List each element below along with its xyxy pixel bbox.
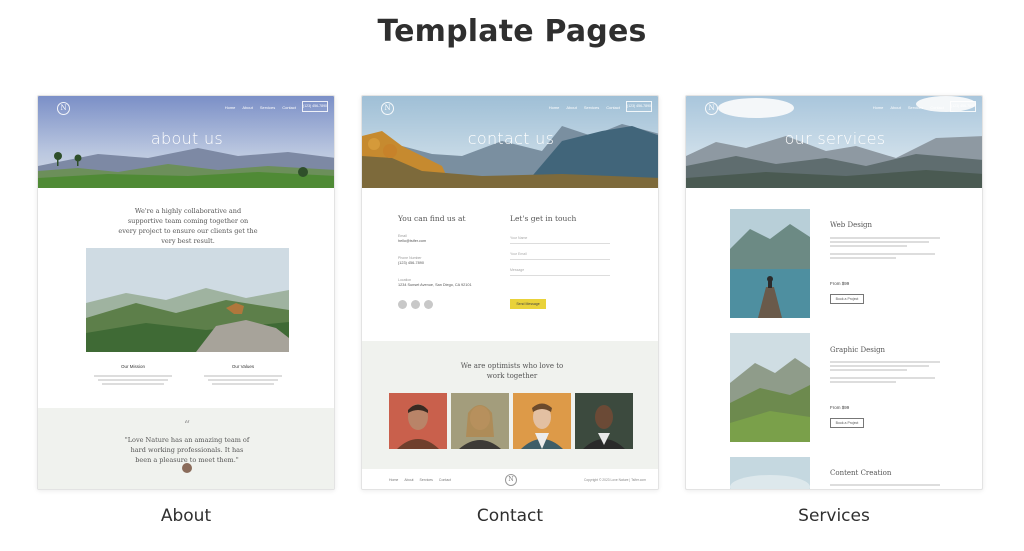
about-template-preview[interactable]: N Home About Services Contact (123) 456-… — [37, 95, 335, 490]
nav-services[interactable]: Services — [584, 105, 599, 110]
nav-services[interactable]: Services — [260, 105, 275, 110]
service-price-web-design: From $99 — [830, 281, 850, 286]
service-title-content-creation: Content Creation — [830, 469, 892, 477]
nav-contact[interactable]: Contact — [282, 105, 296, 110]
email-field[interactable]: Your Email — [510, 250, 610, 260]
book-project-button[interactable]: Book a Project — [830, 418, 864, 428]
hero-title: contact us — [467, 129, 555, 148]
nav-contact[interactable]: Contact — [930, 105, 944, 110]
email-label: Email — [398, 234, 407, 238]
testimonial-section: “ "Love Nature has an amazing team of ha… — [38, 408, 334, 489]
contact-hero: N Home About Services Contact (123) 456-… — [362, 96, 658, 188]
get-in-touch-heading: Let's get in touch — [510, 214, 577, 223]
nav-bar: Home About Services Contact — [549, 105, 620, 110]
site-logo: N — [381, 102, 394, 115]
location-value: 1234 Sunset Avenue, San Diego, CA 92101 — [398, 283, 472, 287]
footer: Home About Services Contact N Copyright … — [362, 469, 658, 489]
nav-bar: Home About Services Contact — [225, 105, 296, 110]
mission-lines — [88, 375, 178, 385]
mission-column: Our Mission — [88, 364, 178, 387]
nav-bar: Home About Services Contact — [873, 105, 944, 110]
service-desc-content-creation — [830, 483, 940, 487]
nav-home[interactable]: Home — [549, 105, 560, 110]
about-columns: Our Mission Our Values — [88, 364, 288, 387]
nav-about[interactable]: About — [566, 105, 576, 110]
site-logo: N — [57, 102, 70, 115]
footer-link-home[interactable]: Home — [389, 478, 398, 482]
caption-about[interactable]: About — [37, 506, 335, 526]
footer-links: Home About Services Contact — [389, 478, 451, 482]
nav-about[interactable]: About — [890, 105, 900, 110]
name-field[interactable]: Your Name — [510, 234, 610, 244]
service-desc-graphic-design — [830, 360, 940, 385]
caption-services[interactable]: Services — [685, 506, 983, 526]
testimonial-text: "Love Nature has an amazing team of hard… — [124, 436, 250, 464]
contact-template-preview[interactable]: N Home About Services Contact (123) 456-… — [361, 95, 659, 490]
phone-label: Phone Number — [398, 256, 422, 260]
team-section: We are optimists who love to work togeth… — [362, 341, 658, 469]
footer-link-about[interactable]: About — [404, 478, 413, 482]
services-hero: N Home About Services Contact (123) 456-… — [686, 96, 982, 188]
phone-value[interactable]: (123) 456-7890 — [398, 261, 424, 265]
values-column: Our Values — [198, 364, 288, 387]
page-title: Template Pages — [377, 14, 647, 49]
nav-phone-button[interactable]: (123) 456-7890 — [626, 101, 652, 112]
service-image-content-creation — [730, 457, 810, 489]
nav-home[interactable]: Home — [873, 105, 884, 110]
team-portrait — [575, 393, 633, 449]
footer-link-services[interactable]: Services — [420, 478, 433, 482]
quote-icon: “ — [183, 418, 191, 432]
nav-phone-button[interactable]: (123) 456-7890 — [302, 101, 328, 112]
team-portrait — [389, 393, 447, 449]
team-portrait — [513, 393, 571, 449]
footer-link-contact[interactable]: Contact — [439, 478, 451, 482]
email-value[interactable]: hello@tsifer.com — [398, 239, 426, 243]
instagram-icon[interactable] — [411, 300, 420, 309]
find-us-heading: You can find us at — [398, 214, 466, 223]
hero-title: our services — [784, 129, 886, 148]
nav-contact[interactable]: Contact — [606, 105, 620, 110]
values-lines — [198, 375, 288, 385]
services-template-preview[interactable]: N Home About Services Contact (123) 456-… — [685, 95, 983, 490]
nav-about[interactable]: About — [242, 105, 252, 110]
twitter-icon[interactable] — [398, 300, 407, 309]
service-price-graphic-design: From $99 — [830, 405, 850, 410]
team-portrait — [451, 393, 509, 449]
mission-title: Our Mission — [120, 364, 145, 369]
values-title: Our Values — [231, 364, 255, 369]
youtube-icon[interactable] — [424, 300, 433, 309]
service-title-graphic-design: Graphic Design — [830, 346, 886, 354]
footer-logo: N — [505, 474, 517, 486]
avatar — [182, 463, 192, 473]
send-message-button[interactable]: Send Message — [510, 299, 546, 309]
message-field[interactable]: Message — [510, 266, 610, 276]
service-image-web-design — [730, 209, 810, 318]
nav-home[interactable]: Home — [225, 105, 236, 110]
about-intro-text: We're a highly collaborative and support… — [118, 207, 258, 245]
footer-copyright: Copyright © 2023 Love Nature | Tsifer.co… — [583, 478, 646, 482]
hero-title: about us — [150, 129, 224, 148]
team-heading: We are optimists who love to work togeth… — [460, 362, 564, 380]
nav-phone-button[interactable]: (123) 456-7890 — [950, 101, 976, 112]
service-image-graphic-design — [730, 333, 810, 442]
about-mountain-photo — [86, 248, 289, 352]
about-hero: N Home About Services Contact (123) 456-… — [38, 96, 334, 188]
caption-contact[interactable]: Contact — [361, 506, 659, 526]
book-project-button[interactable]: Book a Project — [830, 294, 864, 304]
location-label: Location — [398, 278, 412, 282]
service-title-web-design: Web Design — [830, 221, 873, 229]
nav-services[interactable]: Services — [908, 105, 923, 110]
service-desc-web-design — [830, 236, 940, 261]
site-logo: N — [705, 102, 718, 115]
